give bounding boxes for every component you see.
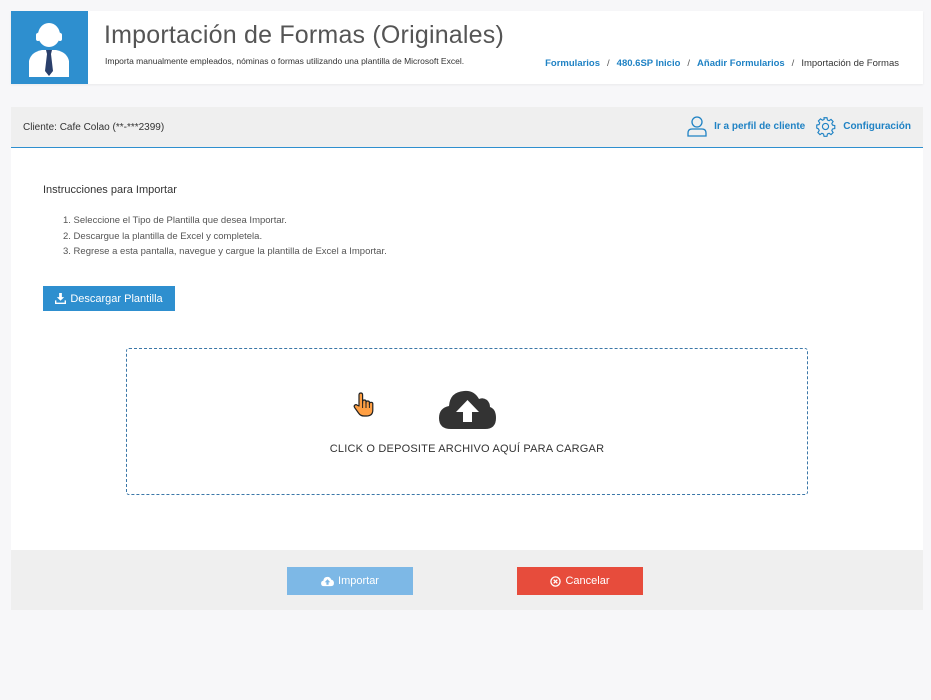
download-icon [55, 293, 67, 304]
instruction-step: 3. Regrese a esta pantalla, navegue y ca… [63, 246, 387, 257]
user-avatar-icon [29, 23, 69, 77]
page-title: Importación de Formas (Originales) [104, 21, 504, 49]
settings-label: Configuración [843, 121, 911, 132]
dropzone-text: CLICK O DEPOSITE ARCHIVO AQUÍ PARA CARGA… [329, 443, 605, 455]
cancel-label: Cancelar [565, 575, 610, 587]
user-icon [687, 116, 707, 137]
client-info: Cliente: Cafe Colao (**-***2399) [23, 122, 164, 133]
client-actions: Ir a perfil de cliente Configuración [687, 116, 911, 137]
client-bar: Cliente: Cafe Colao (**-***2399) Ir a pe… [11, 107, 923, 148]
breadcrumb-anadir-formularios[interactable]: Añadir Formularios [697, 58, 785, 69]
panel-footer: Importar Cancelar [11, 550, 923, 610]
breadcrumb-separator: / [791, 58, 795, 69]
cancel-button[interactable]: Cancelar [517, 567, 643, 595]
breadcrumb-separator: / [607, 58, 610, 69]
download-template-label: Descargar Plantilla [70, 292, 163, 305]
instructions-title: Instrucciones para Importar [43, 184, 177, 196]
breadcrumb-separator: / [687, 58, 691, 69]
instruction-step: 2. Descargue la plantilla de Excel y com… [63, 230, 263, 242]
pointer-hand-icon [353, 392, 374, 417]
file-dropzone[interactable]: CLICK O DEPOSITE ARCHIVO AQUÍ PARA CARGA… [126, 348, 808, 495]
client-profile-label: Ir a perfil de cliente [714, 121, 806, 132]
avatar [11, 11, 88, 84]
client-label: Cliente: [23, 122, 57, 133]
page-subtitle: Importa manualmente empleados, nóminas o… [105, 56, 465, 66]
cloud-upload-icon [439, 390, 496, 429]
breadcrumb-current: Importación de Formas [801, 58, 899, 69]
instruction-step: 1. Seleccione el Tipo de Plantilla que d… [63, 215, 287, 226]
instructions-list: 1. Seleccione el Tipo de Plantilla que d… [63, 213, 387, 260]
download-template-button[interactable]: Descargar Plantilla [43, 286, 175, 311]
page-header: Importación de Formas (Originales) Impor… [11, 11, 923, 84]
client-profile-link[interactable]: Ir a perfil de cliente [687, 116, 805, 137]
gear-icon [816, 117, 836, 137]
client-name: Cafe Colao (**-***2399) [59, 122, 165, 133]
import-label: Importar [338, 575, 379, 587]
breadcrumb-formularios[interactable]: Formularios [545, 58, 600, 69]
import-panel: Cliente: Cafe Colao (**-***2399) Ir a pe… [11, 107, 923, 610]
close-circle-icon [550, 575, 562, 587]
settings-link[interactable]: Configuración [815, 116, 911, 137]
import-icon [321, 576, 334, 586]
breadcrumb-480-inicio[interactable]: 480.6SP Inicio [617, 58, 681, 69]
breadcrumb: Formularios / 480.6SP Inicio / Añadir Fo… [545, 58, 899, 69]
import-button[interactable]: Importar [287, 567, 413, 595]
